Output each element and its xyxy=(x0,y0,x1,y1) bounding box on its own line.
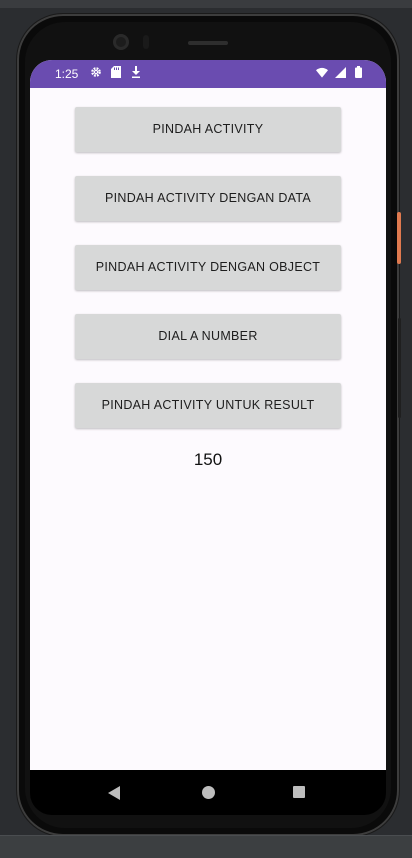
status-notification-icons xyxy=(90,66,142,78)
earpiece-speaker xyxy=(188,41,228,45)
settings-icon xyxy=(90,66,102,78)
power-button[interactable] xyxy=(397,212,401,264)
wifi-icon xyxy=(316,66,328,78)
pindah-activity-untuk-result-button[interactable]: PINDAH ACTIVITY UNTUK RESULT xyxy=(75,383,341,428)
signal-icon xyxy=(334,66,346,78)
app-screen: 1:25 PINDAH ACTIVITY PINDAH ACTIVITY DEN… xyxy=(30,60,386,770)
sensor-icon xyxy=(143,35,149,49)
home-icon[interactable] xyxy=(202,786,215,799)
sd-card-icon xyxy=(110,66,122,78)
status-time: 1:25 xyxy=(55,67,79,81)
emulator-bottom-strip xyxy=(0,835,412,858)
back-icon[interactable] xyxy=(108,786,120,800)
navigation-bar xyxy=(30,770,386,815)
dial-a-number-button[interactable]: DIAL A NUMBER xyxy=(75,314,341,359)
emulator-top-strip xyxy=(0,0,412,8)
battery-icon xyxy=(352,66,364,78)
status-bar: 1:25 xyxy=(30,60,386,88)
result-text: 150 xyxy=(193,450,223,469)
pindah-activity-dengan-object-button[interactable]: PINDAH ACTIVITY DENGAN OBJECT xyxy=(75,245,341,290)
download-icon xyxy=(130,66,142,78)
front-camera-icon xyxy=(113,34,129,50)
pindah-activity-button[interactable]: PINDAH ACTIVITY xyxy=(75,107,341,152)
pindah-activity-dengan-data-button[interactable]: PINDAH ACTIVITY DENGAN DATA xyxy=(75,176,341,221)
status-system-icons xyxy=(316,66,364,78)
volume-button[interactable] xyxy=(398,318,401,418)
recents-icon[interactable] xyxy=(293,786,305,798)
